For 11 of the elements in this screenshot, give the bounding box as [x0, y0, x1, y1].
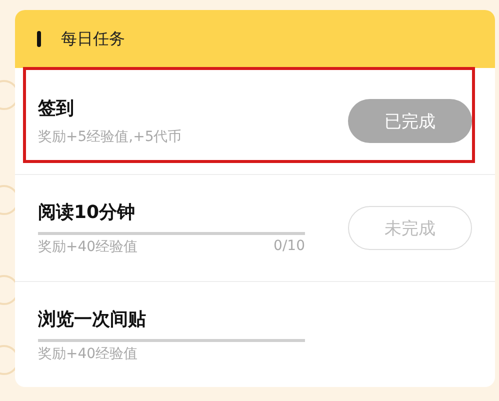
task-title: 签到: [38, 97, 75, 120]
task-title: 阅读10分钟: [38, 201, 136, 224]
task-title: 浏览一次间贴: [38, 308, 147, 330]
status-button[interactable]: 已完成: [348, 99, 472, 143]
progress-count: 0/10: [274, 238, 305, 256]
reward-text: 奖励+40经验值: [38, 344, 138, 362]
status-button[interactable]: 未完成: [348, 206, 472, 250]
reward-text: 奖励+5经验值,+5代币: [38, 128, 182, 146]
title-bar-icon: [37, 31, 41, 47]
reward-text: 奖励+40经验值: [38, 238, 138, 256]
section-title: 每日任务: [61, 28, 125, 50]
